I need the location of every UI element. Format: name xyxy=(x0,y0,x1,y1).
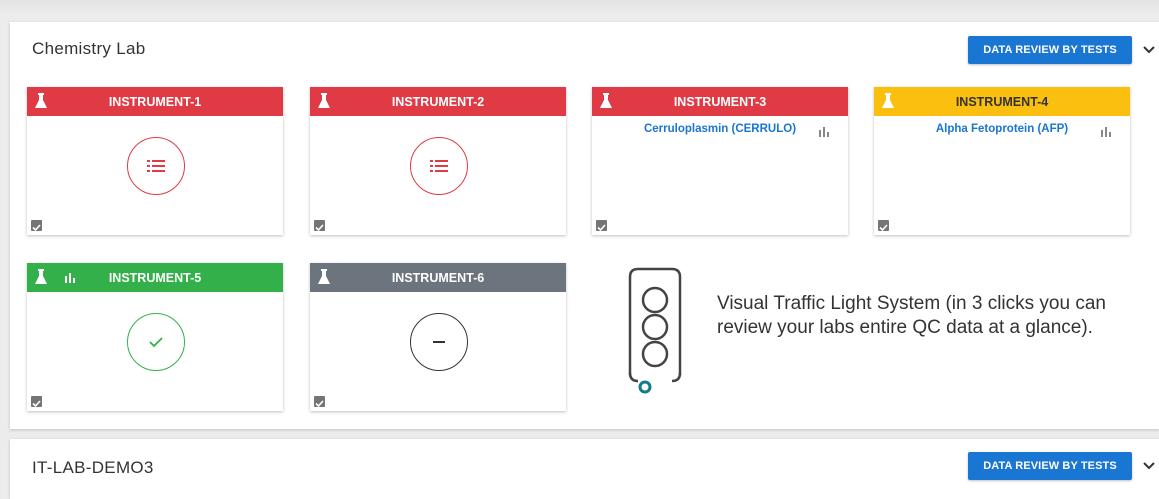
checkbox[interactable] xyxy=(31,396,42,408)
checkbox[interactable] xyxy=(314,396,325,408)
chevron-down-icon[interactable] xyxy=(1141,458,1157,474)
lab-title: Chemistry Lab xyxy=(32,39,146,58)
instrument-card-6[interactable]: INSTRUMENT-6 xyxy=(310,263,566,411)
instrument-name: INSTRUMENT-6 xyxy=(391,271,485,285)
instrument-header: INSTRUMENT-5 xyxy=(27,263,283,292)
bar-chart-icon[interactable] xyxy=(818,125,830,137)
checkbox[interactable] xyxy=(596,220,607,232)
instrument-header: INSTRUMENT-6 xyxy=(310,263,566,292)
bar-chart-icon[interactable] xyxy=(1100,125,1112,137)
top-shadow xyxy=(0,0,1159,14)
instrument-name: INSTRUMENT-3 xyxy=(673,95,767,109)
instrument-header: INSTRUMENT-1 xyxy=(27,87,283,116)
list-icon xyxy=(147,160,165,172)
checkbox[interactable] xyxy=(878,220,889,232)
status-indicator[interactable] xyxy=(127,137,185,195)
instrument-card-2[interactable]: INSTRUMENT-2 xyxy=(310,87,566,235)
instrument-name: INSTRUMENT-1 xyxy=(108,95,202,109)
traffic-light-icon xyxy=(628,267,682,394)
callout-text: Visual Traffic Light System (in 3 clicks… xyxy=(717,293,1106,338)
check-icon xyxy=(149,337,163,348)
chevron-down-icon[interactable] xyxy=(1141,42,1157,58)
status-indicator[interactable] xyxy=(410,313,468,371)
instrument-card-1[interactable]: INSTRUMENT-1 xyxy=(27,87,283,235)
instrument-name: INSTRUMENT-2 xyxy=(391,95,485,109)
instrument-card-5[interactable]: INSTRUMENT-5 xyxy=(27,263,283,411)
status-indicator[interactable] xyxy=(127,313,185,371)
data-review-by-tests-button[interactable]: DATA REVIEW BY TESTS xyxy=(968,452,1132,480)
instrument-header: INSTRUMENT-3 xyxy=(592,87,848,116)
instrument-card-3[interactable]: INSTRUMENT-3 Cerruloplasmin (CERRULO) xyxy=(592,87,848,235)
instrument-header: INSTRUMENT-2 xyxy=(310,87,566,116)
instrument-name: INSTRUMENT-5 xyxy=(108,271,202,285)
instrument-card-4[interactable]: INSTRUMENT-4 Alpha Fetoprotein (AFP) xyxy=(874,87,1130,235)
checkbox[interactable] xyxy=(31,220,42,232)
test-link[interactable]: Cerruloplasmin (CERRULO) xyxy=(592,123,848,135)
instrument-name: INSTRUMENT-4 xyxy=(955,95,1049,109)
instrument-header: INSTRUMENT-4 xyxy=(874,87,1130,116)
data-review-by-tests-button[interactable]: DATA REVIEW BY TESTS xyxy=(968,36,1132,64)
lab-title: IT-LAB-DEMO3 xyxy=(32,458,154,477)
lab-panel-it-demo3: IT-LAB-DEMO3 DATA REVIEW BY TESTS xyxy=(10,439,1159,499)
test-link[interactable]: Alpha Fetoprotein (AFP) xyxy=(874,123,1130,135)
minus-icon xyxy=(433,341,445,343)
list-icon xyxy=(430,160,448,172)
status-indicator[interactable] xyxy=(410,137,468,195)
checkbox[interactable] xyxy=(314,220,325,232)
